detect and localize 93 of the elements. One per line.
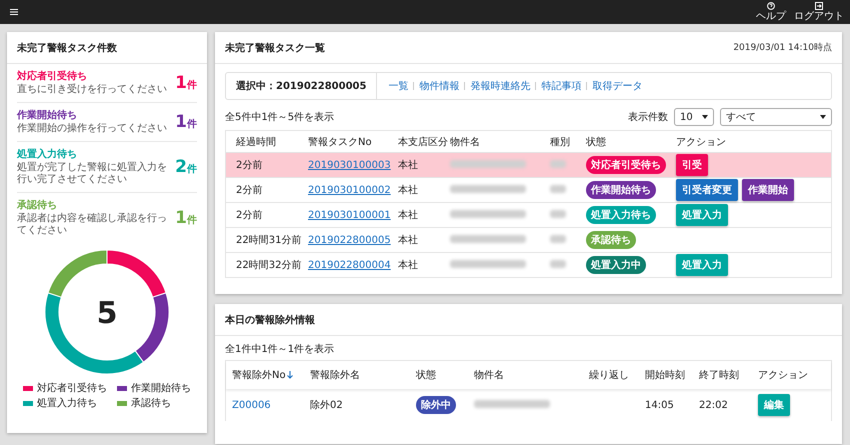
status-description: 承認者は内容を確認し承認を行ってください (17, 213, 168, 237)
nav-link[interactable]: 特記事項 (536, 79, 586, 93)
table-cell-text: 22:02 (699, 400, 729, 410)
task-link[interactable]: 2019030100003 (308, 160, 391, 170)
status-count: 2件 (175, 157, 197, 177)
table-row[interactable]: 2分前 2019030100002 本社 作業開始待ち 引受者変更 作業開始 (226, 177, 831, 202)
table-cell-text: 22時間32分前 (236, 258, 302, 272)
nav-link[interactable]: 取得データ (587, 79, 648, 93)
task-link[interactable]: 2019022800004 (308, 260, 391, 270)
table-cell-text: 除外02 (310, 399, 344, 412)
column-header[interactable]: アクション (758, 368, 808, 382)
column-header: 警報タスクNo (308, 136, 373, 148)
logout-button[interactable]: ログアウト (794, 2, 844, 22)
help-icon (767, 2, 775, 10)
status-badge: 承認待ち (586, 231, 636, 249)
blurred-text (550, 160, 566, 168)
status-badge: 作業開始待ち (586, 181, 656, 199)
task-link[interactable]: 2019030100002 (308, 184, 391, 196)
status-badge: 除外中 (416, 396, 456, 414)
column-header[interactable]: 警報除外名 (310, 368, 360, 382)
card-title: 未完了警報タスク件数 (17, 41, 117, 54)
exclusion-link[interactable]: Z00006 (232, 400, 310, 410)
page-size-dropdown[interactable]: 10 (674, 108, 714, 126)
card-title: 本日の警報除外情報 (225, 314, 315, 326)
status-count: 1件 (175, 208, 197, 228)
column-header[interactable]: 繰り返し (589, 368, 629, 382)
result-count: 全5件中1件～5件を表示 (225, 110, 334, 124)
table-row[interactable]: 22時間31分前 2019022800005 本社 承認待ち (226, 227, 831, 252)
status-label: 処置入力待ち (17, 148, 78, 162)
legend-item: 処置入力待ち (23, 396, 107, 410)
column-header: 物件名 (450, 136, 481, 148)
status-badge: 処置入力中 (586, 256, 646, 274)
status-label: 作業開始待ち (17, 109, 78, 122)
highlighted-row[interactable]: 2分前 2019030100003 本社 対応者引受待ち 引受 (226, 152, 831, 177)
action-button[interactable]: 作業開始 (742, 179, 794, 201)
status-label: 対応者引受待ち (17, 70, 88, 84)
legend-item: 作業開始待ち (117, 381, 191, 395)
nav-link[interactable]: 発報時連絡先 (465, 79, 536, 93)
blurred-text (550, 260, 566, 268)
down-arrow-icon[interactable] (286, 371, 293, 379)
nav-link[interactable]: 物件情報 (414, 79, 464, 93)
blurred-text (550, 210, 566, 218)
column-header: 状態 (586, 136, 607, 148)
legend-item: 承認待ち (117, 396, 191, 410)
legend-item: 対応者引受待ち (23, 381, 107, 395)
action-button[interactable]: 引受者変更 (676, 179, 738, 201)
table-cell-text: 2分前 (236, 184, 264, 197)
column-header[interactable]: 状態 (416, 368, 436, 382)
blurred-text (550, 234, 566, 242)
column-header: 本支店区分 (398, 136, 449, 148)
page-size-label: 表示件数 (628, 110, 668, 124)
nav-link[interactable]: 一覧 (383, 79, 414, 93)
caret-icon (820, 115, 826, 119)
column-header: 経過時間 (236, 136, 277, 148)
column-header[interactable]: 開始時刻 (645, 368, 685, 382)
total-count: 5 (96, 296, 118, 331)
exit-icon (815, 2, 823, 10)
table-cell-text: 本社 (398, 184, 419, 197)
status-label: 承認待ち (17, 199, 58, 212)
menu-icon[interactable] (10, 9, 18, 15)
table-row[interactable]: 2分前 2019030100001 本社 処置入力待ち 処置入力 (226, 202, 831, 227)
table-cell-text: 本社 (398, 208, 419, 222)
task-link[interactable]: 2019022800005 (308, 234, 391, 246)
selected-task: 選択中：2019022800005 (226, 73, 378, 99)
status-badge: 処置入力待ち (586, 206, 656, 224)
table-cell-text: 22時間31分前 (236, 234, 302, 247)
column-header: アクション (676, 136, 727, 148)
table-cell-text: 本社 (398, 234, 419, 247)
table-row[interactable]: 22時間32分前 2019022800004 本社 処置入力中 処置入力 (226, 252, 831, 277)
card-title: 未完了警報タスク一覧 (225, 41, 325, 54)
status-badge: 対応者引受待ち (586, 156, 666, 174)
table-cell-text: 本社 (398, 258, 419, 272)
status-description: 作業開始の操作を行ってください (17, 123, 168, 135)
column-header: 種別 (550, 136, 571, 148)
filter-dropdown[interactable]: すべて (720, 108, 832, 126)
status-description: 直ちに引き受けを行ってください (17, 84, 168, 96)
help-button[interactable]: ヘルプ (756, 2, 786, 22)
blurred-text (550, 184, 566, 192)
caret-icon (702, 115, 708, 119)
timestamp: 2019/03/01 14:10時点 (733, 42, 832, 54)
status-count: 1件 (175, 112, 197, 132)
table-cell-text: 2分前 (236, 159, 264, 172)
result-count: 全1件中1件～1件を表示 (224, 342, 336, 357)
column-header[interactable]: 終了時刻 (699, 368, 739, 382)
table-cell-text: 本社 (398, 158, 419, 172)
table-cell-text: 2分前 (236, 209, 264, 222)
column-header[interactable]: 警報除外No (232, 368, 293, 382)
action-button[interactable]: 引受 (676, 154, 708, 176)
task-link[interactable]: 2019030100001 (308, 210, 391, 220)
status-count: 1件 (175, 73, 197, 93)
column-header[interactable]: 物件名 (474, 368, 504, 382)
table-cell-text: 14:05 (645, 400, 675, 410)
status-description: 処置が完了した警報に処置入力を行い完了させてください (17, 162, 168, 186)
